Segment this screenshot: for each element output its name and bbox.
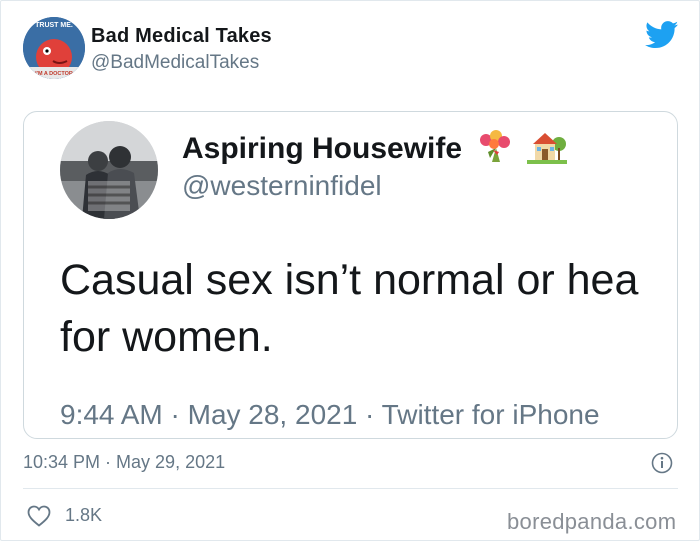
info-icon[interactable] <box>651 452 673 474</box>
author-avatar[interactable]: TRUST ME. I'M A DOCTOR <box>23 17 85 79</box>
divider <box>23 488 678 489</box>
like-count: 1.8K <box>65 505 103 525</box>
svg-text:TRUST ME.: TRUST ME. <box>35 22 73 29</box>
tweet-card: TRUST ME. I'M A DOCTOR Bad Medical Takes… <box>0 0 700 541</box>
tweet-timestamp[interactable]: 10:34 PM · May 29, 2021 <box>23 452 225 473</box>
quoted-author-name[interactable]: Aspiring Housewife <box>182 128 567 172</box>
watermark: boredpanda.com <box>507 509 677 534</box>
quoted-tweet-meta: 9:44 AM · May 28, 2021 · Twitter for iPh… <box>60 399 600 430</box>
svg-text:I'M A DOCTOR: I'M A DOCTOR <box>35 71 73 77</box>
author-name[interactable]: Bad Medical Takes <box>91 25 272 48</box>
twitter-bird-icon[interactable] <box>645 21 679 49</box>
quoted-tweet[interactable]: Aspiring Housewife @westerninfidel Casua… <box>23 111 678 439</box>
bouquet-emoji <box>476 128 512 172</box>
heart-icon[interactable] <box>27 505 51 527</box>
house-with-garden-emoji <box>526 128 567 172</box>
quoted-author-handle[interactable]: @westerninfidel <box>182 170 382 202</box>
quoted-tweet-text: Casual sex isn’t normal or hea for women… <box>60 256 639 361</box>
author-handle[interactable]: @BadMedicalTakes <box>91 52 259 74</box>
quoted-author-avatar[interactable] <box>60 121 158 219</box>
